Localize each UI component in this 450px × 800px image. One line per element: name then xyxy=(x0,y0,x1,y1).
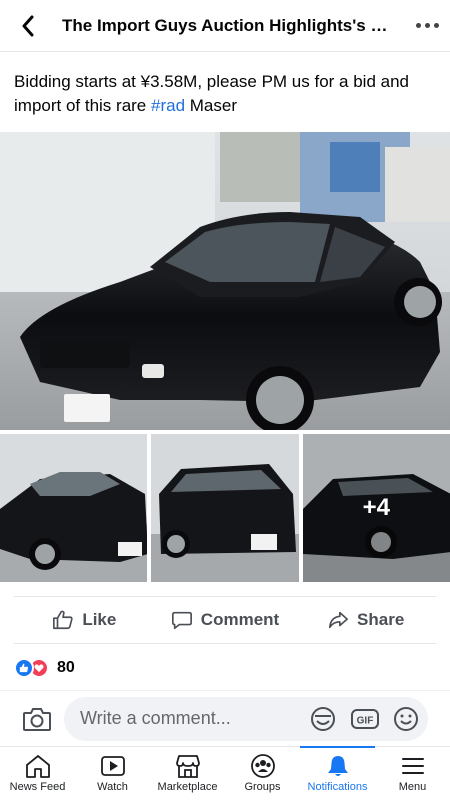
like-reaction-icon xyxy=(14,658,34,678)
more-photos-count: +4 xyxy=(302,434,450,582)
share-button[interactable]: Share xyxy=(295,597,436,643)
camera-icon xyxy=(23,707,51,731)
marketplace-icon xyxy=(175,755,200,778)
more-dot xyxy=(424,23,430,28)
post-body: Bidding starts at ¥3.58M, please PM us f… xyxy=(14,70,434,118)
home-icon xyxy=(25,755,50,778)
thumbnail-photo[interactable] xyxy=(151,434,299,582)
top-bar: The Import Guys Auction Highlights's p..… xyxy=(0,0,450,52)
car-image xyxy=(0,132,450,430)
nav-menu[interactable]: Menu xyxy=(375,747,450,800)
camera-button[interactable] xyxy=(10,691,64,747)
watch-icon xyxy=(100,756,125,776)
nav-label: Groups xyxy=(244,781,281,793)
share-icon xyxy=(328,611,349,629)
nav-watch[interactable]: Watch xyxy=(75,747,150,800)
photo-thumbnails: +4 xyxy=(0,434,450,582)
nav-label: Watch xyxy=(97,781,128,793)
comment-input-icons: GIF xyxy=(308,705,428,733)
nav-marketplace[interactable]: Marketplace xyxy=(150,747,225,800)
like-button[interactable]: Like xyxy=(14,597,155,643)
chevron-left-icon xyxy=(22,15,34,36)
groups-icon xyxy=(250,754,275,778)
thumbnail-photo[interactable] xyxy=(0,434,148,582)
gif-label: GIF xyxy=(357,715,374,726)
menu-icon xyxy=(401,758,424,774)
nav-label: Marketplace xyxy=(157,781,218,793)
comment-placeholder: Write a comment... xyxy=(80,708,231,728)
hashtag-link[interactable]: #rad xyxy=(151,96,185,115)
comment-input[interactable]: Write a comment... GIF xyxy=(64,696,428,741)
nav-groups[interactable]: Groups xyxy=(225,747,300,800)
comment-label: Comment xyxy=(200,610,280,629)
page-title: The Import Guys Auction Highlights's p..… xyxy=(62,15,396,35)
comment-button[interactable]: Comment xyxy=(155,597,296,643)
more-options-button[interactable] xyxy=(404,0,450,52)
share-label: Share xyxy=(357,610,405,629)
like-label: Like xyxy=(82,610,117,629)
nav-label: News Feed xyxy=(9,781,66,793)
sticker-icon[interactable] xyxy=(308,705,338,733)
comment-icon xyxy=(171,611,192,630)
thumbs-up-icon xyxy=(53,610,73,630)
car-thumbnail-image xyxy=(0,434,148,582)
comment-composer: Write a comment... GIF xyxy=(0,690,450,746)
back-button[interactable] xyxy=(8,0,48,52)
post-actions: Like Comment Share xyxy=(14,596,436,644)
nav-notifications[interactable]: Notifications xyxy=(300,746,375,800)
nav-label: Menu xyxy=(398,781,427,793)
post-text-end: Maser xyxy=(185,96,237,115)
more-dot xyxy=(415,23,421,28)
reaction-count: 80 xyxy=(57,659,75,676)
nav-label: Notifications xyxy=(307,781,368,793)
bell-icon xyxy=(327,756,348,776)
emoji-icon[interactable] xyxy=(392,705,420,733)
reactions-summary[interactable]: 80 xyxy=(14,656,75,680)
main-car-photo[interactable] xyxy=(0,132,450,430)
bottom-navigation: News Feed Watch Marketplace Groups Notif… xyxy=(0,746,450,800)
car-thumbnail-image xyxy=(151,434,299,582)
thumbnail-photo-more[interactable]: +4 xyxy=(302,434,450,582)
nav-news-feed[interactable]: News Feed xyxy=(0,747,75,800)
more-dot xyxy=(433,23,439,28)
gif-icon[interactable]: GIF xyxy=(350,707,380,731)
